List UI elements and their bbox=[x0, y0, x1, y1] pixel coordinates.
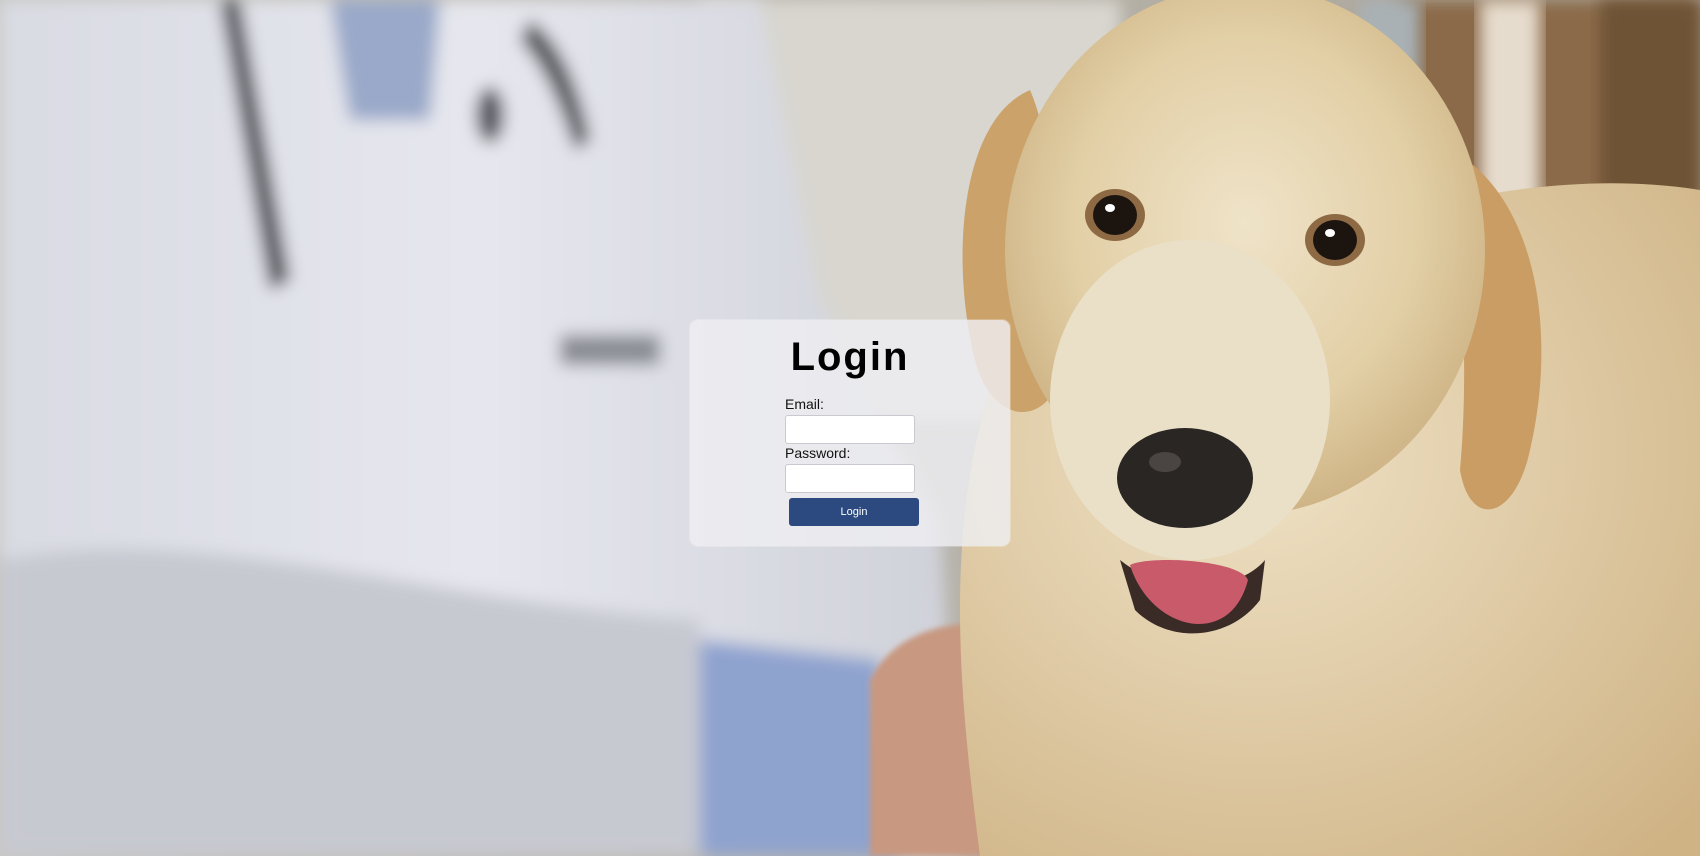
email-field[interactable] bbox=[785, 415, 915, 444]
login-button[interactable]: Login bbox=[789, 498, 919, 526]
password-label: Password: bbox=[785, 445, 851, 461]
login-card: Login Email: Password: Login bbox=[690, 320, 1010, 546]
login-title: Login bbox=[790, 335, 910, 379]
password-field[interactable] bbox=[785, 464, 915, 493]
login-page: Login Email: Password: Login bbox=[0, 0, 1700, 856]
email-label: Email: bbox=[785, 396, 824, 412]
